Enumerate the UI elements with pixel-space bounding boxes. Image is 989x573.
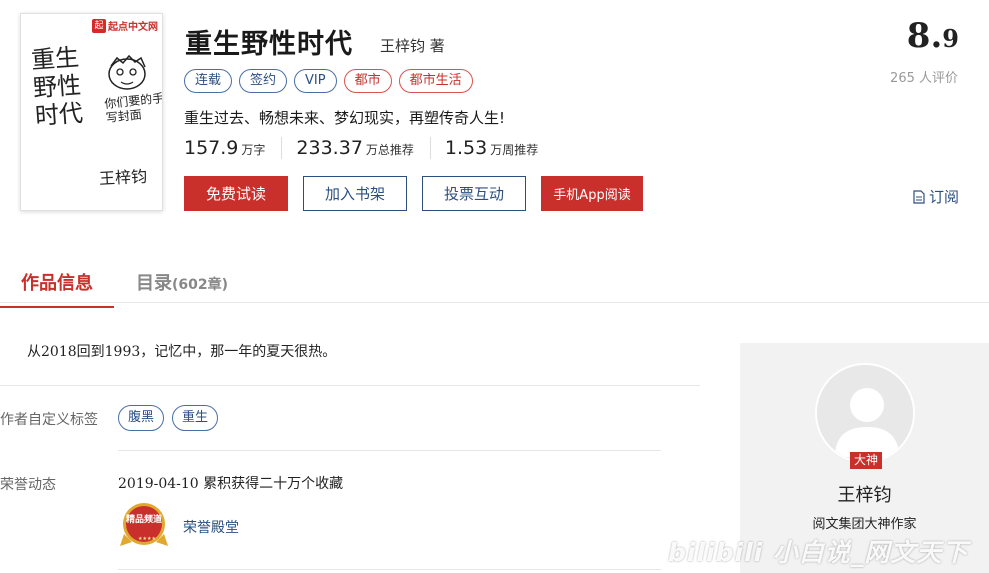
tab-book-info[interactable]: 作品信息 bbox=[0, 269, 114, 308]
tab-toc[interactable]: 目录(602章) bbox=[136, 269, 228, 295]
book-intro: 重生过去、畅想未来、梦幻现实，再塑传奇人生! bbox=[184, 109, 506, 127]
divider bbox=[0, 385, 700, 386]
book-tags: 连载 签约 VIP 都市 都市生活 bbox=[184, 69, 473, 93]
add-to-shelf-button[interactable]: 加入书架 bbox=[303, 176, 407, 211]
book-cover[interactable]: 起 起点中文网 重生野性时代 你们要的手写封面 王梓钧 bbox=[20, 13, 163, 211]
mobile-app-read-button[interactable]: 手机App阅读 bbox=[541, 176, 643, 211]
free-read-button[interactable]: 免费试读 bbox=[184, 176, 288, 211]
tag-vip[interactable]: VIP bbox=[294, 69, 337, 93]
tag-signed[interactable]: 签约 bbox=[239, 69, 288, 93]
book-description: 从2018回到1993，记忆中，那一年的夏天很热。 bbox=[27, 344, 337, 360]
author-title: 阅文集团大神作家 bbox=[812, 517, 917, 532]
stat-total-recommend: 233.37 万总推荐 bbox=[296, 137, 431, 159]
stat-weekly-recommend: 1.53 万周推荐 bbox=[444, 137, 539, 159]
tag-category[interactable]: 都市 bbox=[343, 69, 392, 93]
qidian-logo: 起 起点中文网 bbox=[92, 18, 158, 33]
cover-face-doodle bbox=[108, 54, 146, 90]
honor-hall-link[interactable]: 荣誉殿堂 bbox=[183, 517, 239, 537]
book-title: 重生野性时代 bbox=[185, 29, 353, 60]
book-score: 8.9 bbox=[906, 16, 959, 56]
author-name[interactable]: 王梓钧 bbox=[740, 481, 989, 507]
svg-text:★★★★: ★★★★ bbox=[138, 536, 156, 542]
stat-word-count: 157.9 万字 bbox=[184, 137, 283, 159]
cover-author-art: 王梓钧 bbox=[98, 166, 148, 189]
author-avatar[interactable] bbox=[815, 363, 915, 463]
tag-subcategory[interactable]: 都市生活 bbox=[398, 69, 473, 93]
tag-serial[interactable]: 连载 bbox=[184, 69, 233, 93]
vote-button[interactable]: 投票互动 bbox=[422, 176, 526, 211]
cover-title-art: 重生野性时代 bbox=[30, 43, 84, 131]
quality-channel-medal-icon: 精品频道 ★★★★ bbox=[120, 503, 168, 546]
custom-tags-label: 作者自定义标签 bbox=[0, 412, 98, 428]
default-avatar-icon bbox=[817, 365, 913, 461]
honor-label: 荣誉动态 bbox=[0, 477, 56, 493]
divider bbox=[118, 450, 661, 451]
custom-tag[interactable]: 腹黑 bbox=[118, 405, 165, 431]
tab-bar: 作品信息 目录(602章) bbox=[0, 255, 989, 308]
great-god-badge: 大神 bbox=[850, 452, 883, 469]
book-author[interactable]: 王梓钧 著 bbox=[380, 35, 445, 56]
action-buttons: 免费试读 加入书架 投票互动 手机App阅读 bbox=[184, 176, 643, 211]
honor-entry: 2019-04-10 累积获得二十万个收藏 bbox=[118, 476, 344, 492]
custom-tags: 腹黑 重生 bbox=[118, 405, 219, 431]
svg-text:精品频道: 精品频道 bbox=[126, 513, 162, 525]
watermark: bilibili 小白说_网文天下 bbox=[668, 538, 969, 567]
document-icon bbox=[913, 189, 925, 204]
cover-note-art: 你们要的手写封面 bbox=[103, 90, 163, 126]
divider bbox=[118, 569, 661, 570]
book-stats: 157.9 万字 233.37 万总推荐 1.53 万周推荐 bbox=[184, 137, 568, 159]
review-count[interactable]: 265 人评价 bbox=[890, 67, 958, 86]
subscribe-link[interactable]: 订阅 bbox=[913, 186, 959, 207]
custom-tag[interactable]: 重生 bbox=[172, 405, 219, 431]
